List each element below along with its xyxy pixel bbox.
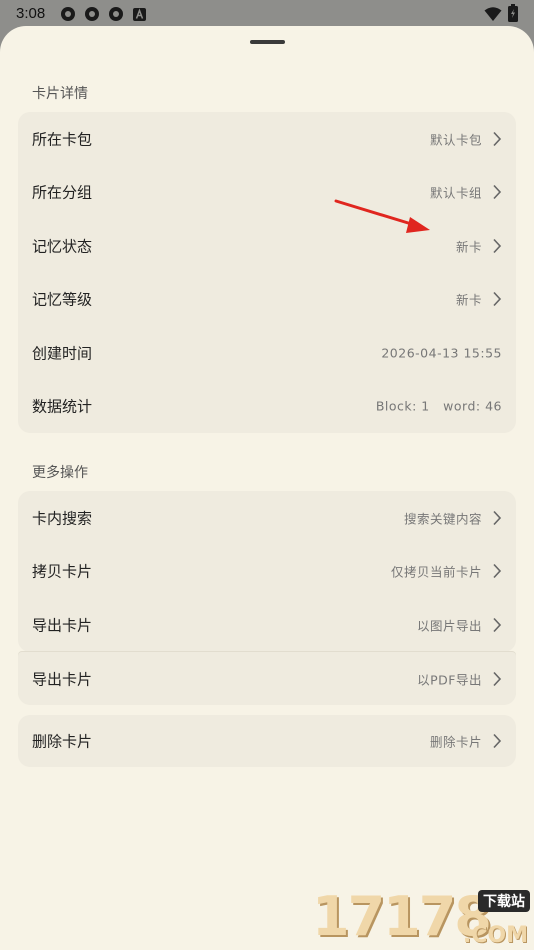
watermark-logo: 17178 下载站 .COM	[304, 885, 534, 950]
row-memory-status[interactable]: 记忆状态 新卡	[18, 219, 516, 273]
row-label: 拷贝卡片	[32, 562, 93, 581]
row-value: 以PDF导出	[417, 672, 482, 687]
row-value: 删除卡片	[429, 734, 482, 750]
card-details-sheet: 卡片详情 所在卡包 默认卡包 所在分组 默认卡组 记忆状态 新卡 记忆等级 新卡…	[0, 26, 534, 950]
row-label: 导出卡片	[32, 670, 93, 688]
row-value: 搜索关键内容	[403, 511, 482, 527]
row-label: 数据统计	[32, 397, 93, 416]
row-label: 删除卡片	[32, 732, 93, 751]
settings-gear-icon	[109, 7, 123, 21]
battery-icon	[508, 4, 518, 22]
row-label: 导出卡片	[32, 616, 93, 635]
section-title-card-details: 卡片详情	[32, 86, 88, 102]
watermark-badge: 下载站	[478, 890, 530, 912]
row-value: 默认卡包	[429, 132, 482, 148]
wifi-icon	[484, 7, 502, 21]
row-label: 卡内搜索	[32, 509, 93, 528]
delete-group: 删除卡片 删除卡片	[18, 715, 516, 767]
card-details-group: 所在卡包 默认卡包 所在分组 默认卡组 记忆状态 新卡 记忆等级 新卡 创建时间…	[18, 112, 516, 433]
row-value: 新卡	[455, 292, 482, 308]
chevron-right-icon	[493, 733, 502, 749]
chevron-right-icon	[493, 292, 502, 307]
chevron-right-icon	[493, 238, 502, 253]
row-value: 2026-04-13 15:55	[381, 345, 502, 361]
accessibility-a-icon	[133, 8, 146, 21]
settings-gear-icon	[61, 7, 75, 21]
row-value: Block: 1 word: 46	[375, 398, 502, 414]
row-label: 记忆状态	[32, 237, 93, 256]
row-label: 创建时间	[32, 344, 93, 363]
row-copy-card[interactable]: 拷贝卡片 仅拷贝当前卡片	[18, 545, 516, 599]
row-value: 新卡	[455, 239, 482, 255]
row-label: 记忆等级	[32, 290, 93, 309]
row-card-pack[interactable]: 所在卡包 默认卡包	[18, 112, 516, 166]
row-delete-card[interactable]: 删除卡片 删除卡片	[18, 715, 516, 767]
row-value: 以图片导出	[416, 618, 482, 634]
row-value: 仅拷贝当前卡片	[390, 564, 482, 580]
row-search-in-card[interactable]: 卡内搜索 搜索关键内容	[18, 491, 516, 545]
settings-gear-icon	[85, 7, 99, 21]
row-label: 所在卡包	[32, 130, 93, 149]
chevron-right-icon	[493, 131, 502, 146]
section-title-more-actions: 更多操作	[32, 465, 88, 481]
chevron-right-icon	[493, 617, 502, 632]
chevron-right-icon	[493, 564, 502, 579]
chevron-right-icon	[493, 671, 502, 686]
row-memory-level[interactable]: 记忆等级 新卡	[18, 273, 516, 327]
status-time: 3:08	[16, 5, 46, 22]
row-data-stats: 数据统计 Block: 1 word: 46	[18, 380, 516, 434]
annotation-arrow-icon	[334, 199, 430, 233]
status-bar: 3:08	[0, 0, 534, 28]
row-export-image[interactable]: 导出卡片 以图片导出	[18, 598, 516, 652]
more-actions-group: 卡内搜索 搜索关键内容 拷贝卡片 仅拷贝当前卡片 导出卡片 以图片导出	[18, 491, 516, 652]
row-export-pdf[interactable]: 导出卡片 以PDF导出	[18, 652, 516, 705]
row-created-time: 创建时间 2026-04-13 15:55	[18, 326, 516, 380]
chevron-right-icon	[493, 185, 502, 200]
export-pdf-group: 导出卡片 以PDF导出	[18, 652, 516, 705]
watermark-suffix: .COM	[462, 923, 528, 948]
chevron-right-icon	[493, 510, 502, 525]
row-card-group[interactable]: 所在分组 默认卡组	[18, 166, 516, 220]
row-label: 所在分组	[32, 183, 93, 202]
drag-handle[interactable]	[250, 40, 285, 44]
